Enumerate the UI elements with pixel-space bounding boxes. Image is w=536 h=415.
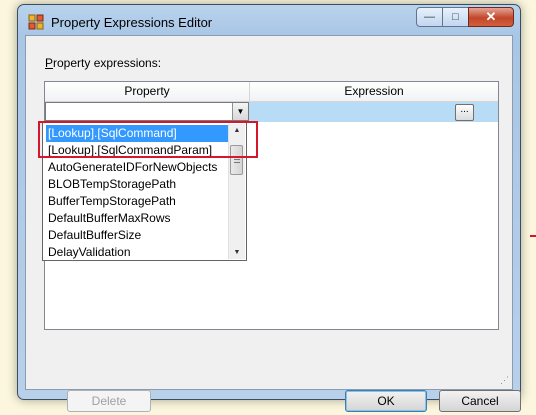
caption-buttons: — □ ✕ [416,7,514,27]
scroll-down-icon[interactable]: ▼ [232,249,242,256]
dropdown-arrow-button[interactable]: ▼ [232,103,248,120]
properties-icon [28,14,44,30]
column-header-property[interactable]: Property [45,82,250,102]
expression-builder-button[interactable]: ... [455,104,474,121]
list-item[interactable]: AutoGenerateIDForNewObjects [46,159,217,176]
list-item[interactable]: DefaultBufferMaxRows [46,210,171,227]
maximize-button[interactable]: □ [442,7,469,27]
property-combobox[interactable]: ▼ [45,102,249,121]
list-item[interactable]: BufferTempStoragePath [46,193,176,210]
delete-button[interactable]: Delete [67,390,151,412]
maximize-icon: □ [452,11,459,23]
property-expressions-label: Property expressions: [45,56,161,70]
chevron-down-icon: ▼ [236,107,245,116]
list-item[interactable]: DefaultBufferSize [46,227,141,244]
column-header-expression[interactable]: Expression [250,82,498,102]
grip-line [234,159,240,160]
label-rest: roperty expressions: [53,56,162,70]
grip-line [234,162,240,163]
annotation-arrow-mark [530,235,536,237]
annotation-highlight-box [38,121,258,158]
window-title: Property Expressions Editor [51,15,213,30]
close-button[interactable]: ✕ [468,7,514,27]
size-grip-icon[interactable]: ⋰ [500,375,509,386]
list-item[interactable]: DelayValidation [46,244,131,261]
cancel-button[interactable]: Cancel [439,390,521,412]
minimize-button[interactable]: — [416,7,443,27]
ok-button[interactable]: OK [345,390,427,412]
minimize-icon: — [424,11,435,23]
close-icon: ✕ [485,9,497,24]
label-mnemonic: P [45,56,54,70]
list-item[interactable]: BLOBTempStoragePath [46,176,176,193]
